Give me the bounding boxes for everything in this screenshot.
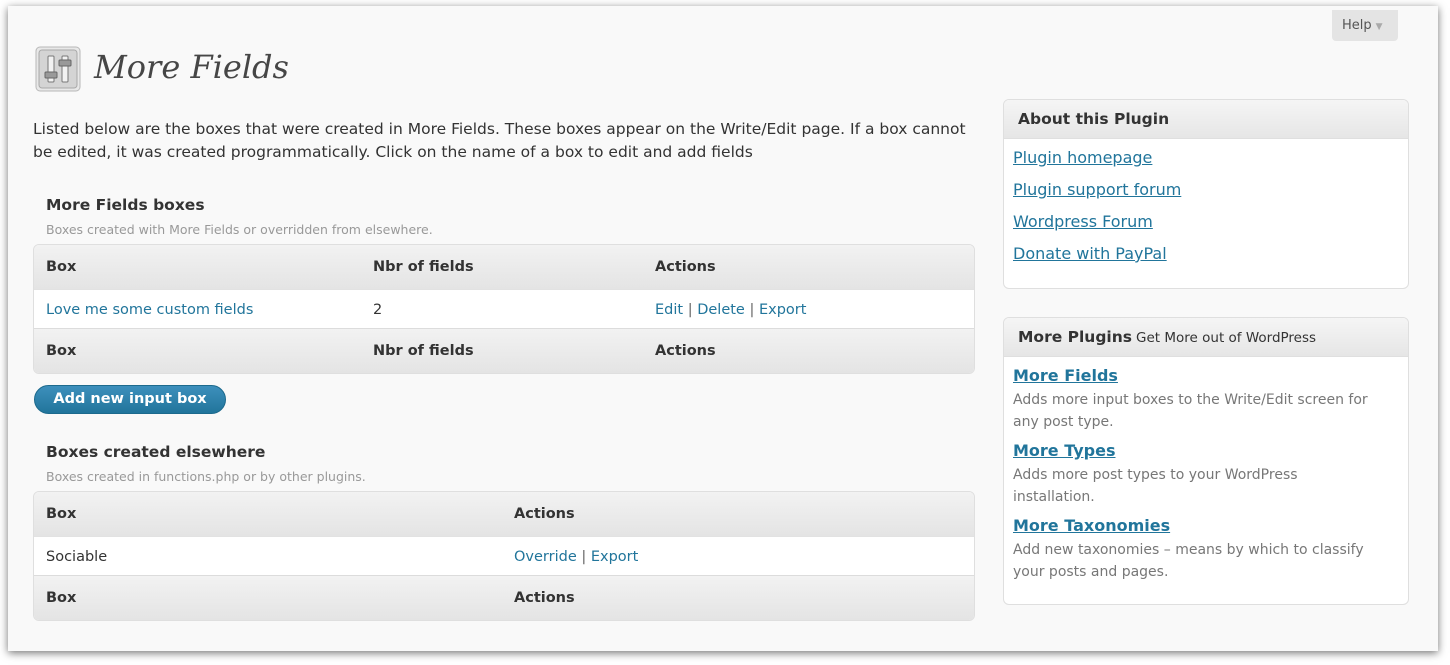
plugin-support-forum-link[interactable]: Plugin support forum — [1013, 180, 1181, 199]
more-plugins-subtitle: Get More out of WordPress — [1136, 330, 1317, 346]
export-link[interactable]: Export — [591, 549, 638, 565]
column-footer-box: Box — [46, 590, 77, 606]
column-footer-actions: Actions — [655, 343, 716, 359]
table-header: Box Nbr of fields Actions — [34, 245, 974, 289]
delete-link[interactable]: Delete — [697, 302, 745, 318]
more-fields-boxes-table: Box Nbr of fields Actions Love me some c… — [33, 244, 975, 374]
more-fields-boxes-title: More Fields boxes — [46, 196, 205, 214]
export-link[interactable]: Export — [759, 302, 806, 318]
donate-paypal-link[interactable]: Donate with PayPal — [1013, 244, 1167, 263]
field-count: 2 — [373, 302, 383, 318]
elsewhere-boxes-table: Box Actions Sociable Override | Export B… — [33, 491, 975, 621]
box-name-link[interactable]: Love me some custom fields — [46, 290, 253, 330]
add-new-input-box-button[interactable]: Add new input box — [34, 385, 226, 414]
table-footer: Box Actions — [34, 576, 974, 620]
about-plugin-box: About this Plugin Plugin homepage Plugin… — [1003, 99, 1409, 289]
wordpress-forum-link[interactable]: Wordpress Forum — [1013, 212, 1153, 231]
page-title: More Fields — [94, 48, 289, 86]
intro-text: Listed below are the boxes that were cre… — [33, 120, 966, 161]
table-footer: Box Nbr of fields Actions — [34, 329, 974, 373]
action-separator: | — [581, 549, 587, 565]
column-header-actions: Actions — [655, 259, 716, 275]
override-link[interactable]: Override — [514, 549, 577, 565]
row-actions: Edit | Delete | Export — [655, 290, 806, 330]
more-types-plugin-description: Adds more post types to your WordPress i… — [1013, 467, 1298, 505]
about-plugin-title: About this Plugin — [1004, 100, 1408, 139]
elsewhere-boxes-title: Boxes created elsewhere — [46, 443, 266, 461]
box-name: Sociable — [46, 549, 108, 565]
column-footer-actions: Actions — [514, 590, 575, 606]
more-fields-plugin-link[interactable]: More Fields — [1013, 366, 1118, 385]
column-footer-nbr-fields: Nbr of fields — [373, 343, 474, 359]
table-row: Love me some custom fields 2 Edit | Dele… — [34, 289, 974, 329]
column-header-nbr-fields: Nbr of fields — [373, 259, 474, 275]
plugin-homepage-link[interactable]: Plugin homepage — [1013, 148, 1152, 167]
more-plugins-header: More Plugins Get More out of WordPress — [1004, 318, 1408, 357]
action-separator: | — [687, 302, 693, 318]
help-label: Help — [1342, 18, 1372, 33]
more-types-plugin-link[interactable]: More Types — [1013, 441, 1116, 460]
more-plugins-box: More Plugins Get More out of WordPress Mo… — [1003, 317, 1409, 605]
action-separator: | — [749, 302, 755, 318]
settings-sliders-icon — [35, 46, 81, 92]
edit-link[interactable]: Edit — [655, 302, 683, 318]
help-tab[interactable]: Help ▼ — [1332, 10, 1398, 41]
table-row: Sociable Override | Export — [34, 536, 974, 576]
more-plugins-title: More Plugins — [1018, 328, 1133, 346]
column-header-actions: Actions — [514, 506, 575, 522]
column-header-box: Box — [46, 259, 77, 275]
table-header: Box Actions — [34, 492, 974, 536]
more-fields-boxes-description: Boxes created with More Fields or overri… — [46, 222, 433, 237]
elsewhere-boxes-description: Boxes created in functions.php or by oth… — [46, 469, 366, 484]
more-fields-plugin-description: Adds more input boxes to the Write/Edit … — [1013, 392, 1368, 430]
more-taxonomies-plugin-link[interactable]: More Taxonomies — [1013, 516, 1170, 535]
triangle-down-icon: ▼ — [1375, 22, 1383, 32]
row-actions: Override | Export — [514, 537, 638, 577]
column-footer-box: Box — [46, 343, 77, 359]
more-taxonomies-plugin-description: Add new taxonomies – means by which to c… — [1013, 542, 1364, 580]
column-header-box: Box — [46, 506, 77, 522]
